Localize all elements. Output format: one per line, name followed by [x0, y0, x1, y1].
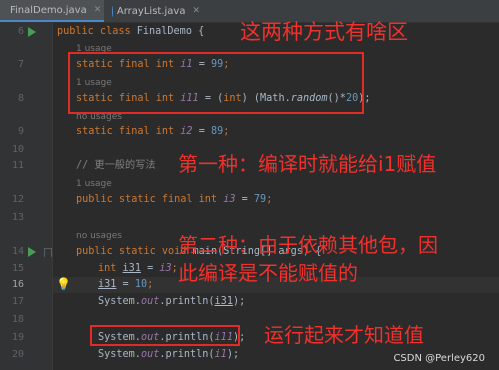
comment: // 更一般的写法	[76, 160, 156, 171]
code-line-11[interactable]: // 更一般的写法	[76, 158, 156, 174]
field-name: i3	[223, 194, 236, 205]
annotation-second-line1: 第二种：由于依赖其他包，因	[178, 233, 438, 257]
semicolon: ;	[171, 263, 178, 274]
run-main-icon[interactable]	[28, 247, 36, 257]
variable-name: i31	[98, 279, 117, 290]
code-line-17[interactable]: System.out.println(i31);	[98, 294, 245, 310]
line-number: 11	[11, 160, 24, 171]
watermark: CSDN @Perley620	[393, 353, 485, 364]
static-field: out	[140, 296, 160, 307]
field-name: i3	[159, 263, 172, 274]
line-number: 20	[11, 349, 24, 360]
method-call: .println(	[159, 349, 215, 360]
operator: =	[116, 279, 135, 290]
field-name: i1	[214, 349, 227, 360]
line-number: 13	[11, 212, 24, 223]
line-number: 17	[11, 296, 24, 307]
field-name: i2	[180, 126, 193, 137]
keyword: public static final int	[76, 194, 218, 205]
annotation-box-println-i11	[90, 325, 240, 346]
tab-label: ArrayList.java	[116, 5, 186, 17]
operator: =	[140, 263, 160, 274]
tab-arraylist[interactable]: ArrayList.java ✕	[106, 0, 206, 22]
line-number: 7	[17, 59, 24, 70]
method-call: .println(	[159, 296, 215, 307]
line-number: 12	[11, 194, 24, 205]
keyword: public class	[57, 26, 131, 37]
line-number: 6	[17, 26, 24, 37]
variable-name: i31	[122, 263, 141, 274]
usage-hint[interactable]: 1 usage	[76, 177, 112, 191]
annotation-second-line2: 此编译是不能赋值的	[178, 261, 358, 285]
keyword: int	[98, 263, 117, 274]
annotation-first: 第一种：编译时就能给i1赋值	[178, 152, 437, 176]
annotation-runtime: 运行起来才知道值	[264, 323, 424, 347]
code-line-9[interactable]: static final int i2 = 89;	[76, 124, 229, 140]
semicolon: ;	[223, 126, 230, 137]
tab-finaldemo[interactable]: FinalDemo.java ✕	[0, 0, 104, 22]
semicolon: ;	[147, 279, 154, 290]
line-number: 18	[11, 314, 24, 325]
number-literal: 10	[134, 279, 148, 290]
variable-name: i31	[214, 296, 233, 307]
code-line-12[interactable]: public static final int i3 = 79;	[76, 192, 272, 208]
brace: {	[198, 26, 205, 37]
line-number: 8	[17, 93, 24, 104]
line-number: 15	[11, 263, 24, 274]
line-number: 19	[11, 332, 24, 343]
line-number: 14	[11, 246, 24, 257]
class-name: FinalDemo	[136, 26, 192, 37]
close-icon[interactable]: ✕	[192, 6, 200, 16]
java-class-icon	[112, 5, 113, 17]
class-ref: System.	[98, 296, 141, 307]
annotation-title: 这两种方式有啥区	[240, 20, 408, 44]
code-line-16[interactable]: i31 = 10;	[98, 277, 153, 293]
line-number: 9	[17, 126, 24, 137]
run-class-icon[interactable]	[28, 27, 36, 37]
code-line-15[interactable]: int i31 = i3;	[98, 261, 178, 277]
line-number: 16	[11, 279, 24, 290]
line-number: 10	[11, 144, 24, 155]
usage-hint[interactable]: no usages	[76, 229, 122, 243]
keyword: static final int	[76, 126, 175, 137]
code-line-6[interactable]: public class FinalDemo {	[57, 24, 204, 40]
operator: =	[192, 126, 211, 137]
number-literal: 79	[253, 194, 267, 205]
tab-label: FinalDemo.java	[10, 4, 87, 16]
operator: =	[235, 194, 254, 205]
lightbulb-icon[interactable]: 💡	[56, 277, 71, 291]
code-line-20[interactable]: System.out.println(i1);	[98, 347, 239, 363]
gutter-separator	[52, 22, 53, 370]
close-icon[interactable]: ✕	[94, 5, 102, 15]
keyword: public static void	[76, 246, 187, 257]
static-field: out	[140, 349, 160, 360]
closing: );	[226, 349, 240, 360]
closing: );	[232, 296, 246, 307]
annotation-box-static-fields	[68, 52, 364, 114]
fold-icon[interactable]	[44, 248, 52, 257]
class-ref: System.	[98, 349, 141, 360]
semicolon: ;	[266, 194, 273, 205]
number-literal: 89	[210, 126, 224, 137]
